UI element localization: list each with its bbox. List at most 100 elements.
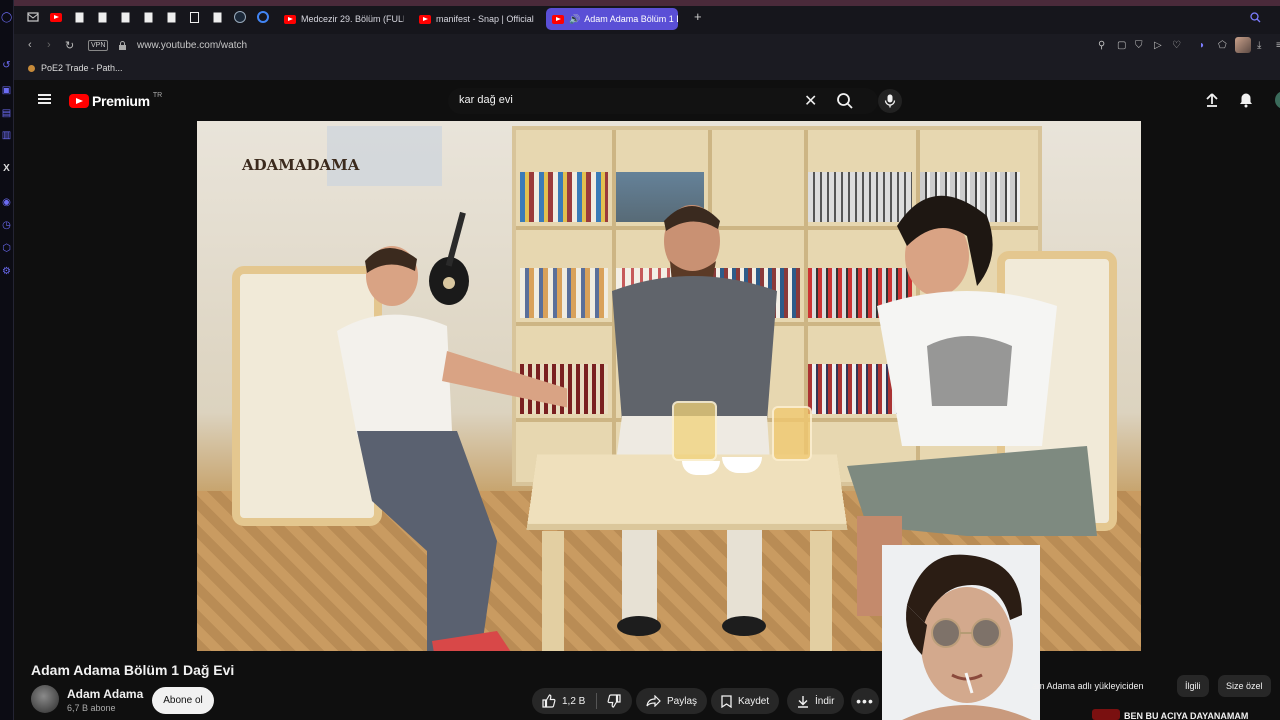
tab-adam-adama[interactable]: 🔊 Adam Adama Bölüm 1 Dağ Evi <box>546 8 678 30</box>
reload-icon[interactable]: ↻ <box>65 39 74 52</box>
steam-icon <box>234 11 246 23</box>
tab-medcezir[interactable]: Medcezir 29. Bölüm (FULL <box>278 8 404 30</box>
youtube-logo[interactable]: Premium TR <box>69 91 163 109</box>
tab-strip: Medcezir 29. Bölüm (FULL manifest - Snap… <box>14 0 1280 34</box>
sidebar-x-icon[interactable]: X <box>1 163 12 174</box>
download-icon <box>798 695 808 708</box>
document-icon <box>121 12 129 22</box>
pinned-tab-doc-4[interactable] <box>141 10 155 24</box>
opera-logo-icon[interactable]: ◯ <box>1 12 12 23</box>
like-divider <box>596 693 597 709</box>
sidebar-chat-icon[interactable]: ▤ <box>1 108 12 119</box>
youtube-favicon-icon <box>552 14 564 24</box>
bookmark-add-icon[interactable]: ⚲ <box>1098 40 1105 51</box>
chip-for-you[interactable]: Size özel <box>1218 675 1271 697</box>
recommendation-title[interactable]: BEN BU ACIYA DAYANAMAM <box>1124 711 1248 720</box>
browser-sidebar: ◯ ↺ ▣ ▤ ▥ X ◉ ◷ ⬡ ⚙ <box>0 0 14 720</box>
document-icon <box>144 12 152 22</box>
dislike-button[interactable] <box>602 688 632 714</box>
heart-icon[interactable]: ♡ <box>1172 40 1181 51</box>
youtube-play-logo-icon <box>69 94 89 108</box>
channel-avatar[interactable] <box>31 685 59 713</box>
pinned-tab-doc-2[interactable] <box>95 10 109 24</box>
download-icon[interactable]: ⤓ <box>1257 40 1261 51</box>
microphone-icon <box>884 94 896 108</box>
webcam-overlay <box>882 545 1040 720</box>
sidebar-settings-icon[interactable]: ⚙ <box>1 266 12 277</box>
vpn-badge[interactable]: VPN <box>88 40 109 51</box>
subscribe-button[interactable]: Abone ol <box>152 687 214 714</box>
channel-name[interactable]: Adam Adama <box>67 687 143 701</box>
voice-search-button[interactable] <box>878 89 902 113</box>
share-label: Paylaş <box>667 695 698 707</box>
url-field[interactable]: www.youtube.com/watch <box>137 40 247 51</box>
logo-text: Premium <box>92 93 150 109</box>
like-button[interactable]: 1,2 B <box>532 688 596 714</box>
search-tabs-icon[interactable] <box>1250 12 1261 23</box>
download-label: İndir <box>815 695 835 707</box>
clear-search-icon[interactable]: ✕ <box>804 91 817 111</box>
share-button[interactable]: Paylaş <box>636 688 708 714</box>
sidebar-history-icon[interactable]: ↺ <box>1 60 12 71</box>
like-count: 1,2 B <box>562 695 586 707</box>
save-label: Kaydet <box>738 695 770 707</box>
sidebar-bag-icon[interactable]: ▣ <box>1 85 12 96</box>
profile-avatar[interactable] <box>1235 37 1251 53</box>
menu-icon[interactable]: ≡ <box>1276 40 1280 51</box>
pinned-tab-doc-5[interactable] <box>164 10 178 24</box>
player-icon[interactable]: ▷ <box>1154 40 1162 51</box>
extensions-icon[interactable]: ⬠ <box>1218 40 1227 51</box>
document-icon <box>98 12 106 22</box>
search-box: kar dağ evi ✕ <box>448 88 878 114</box>
pinned-tab-youtube[interactable] <box>49 10 63 24</box>
notifications-bell-icon[interactable] <box>1238 92 1254 108</box>
pinned-tab-doc-3[interactable] <box>118 10 132 24</box>
shield-icon[interactable]: ⛉ <box>1135 40 1143 51</box>
snapshot-icon[interactable]: ▢ <box>1117 40 1126 51</box>
like-dislike-group: 1,2 B <box>532 688 632 714</box>
tab-label: manifest - Snap | Official <box>436 14 534 24</box>
audio-wave-icon[interactable]: ◗ <box>1199 40 1205 51</box>
sidebar-messenger-icon[interactable]: ▥ <box>1 130 12 141</box>
new-tab-button[interactable]: + <box>694 10 702 23</box>
tab-label: Medcezir 29. Bölüm (FULL <box>301 14 404 24</box>
upload-icon[interactable] <box>1204 92 1220 108</box>
search-icon[interactable] <box>836 92 854 110</box>
bookmark-item[interactable]: PoE2 Trade - Path... <box>28 63 123 73</box>
video-title: Adam Adama Bölüm 1 Dağ Evi <box>31 662 235 678</box>
pinned-tab-doc-6[interactable] <box>187 10 201 24</box>
pinned-tab-mail[interactable] <box>26 10 40 24</box>
more-actions-button[interactable]: ••• <box>851 688 879 714</box>
lock-icon[interactable] <box>118 41 127 51</box>
chip-from-uploader[interactable]: am Adama adlı yükleyiciden <box>1032 675 1144 697</box>
sidebar-clock-icon[interactable]: ◷ <box>1 220 12 231</box>
chip-related[interactable]: İlgili <box>1177 675 1209 697</box>
speaker-icon[interactable]: 🔊 <box>569 14 580 25</box>
google-icon <box>257 11 269 23</box>
recommendation-thumbnail[interactable] <box>1092 709 1120 720</box>
region-code: TR <box>152 91 163 99</box>
poe-favicon-icon <box>28 64 35 72</box>
pinned-tab-steam[interactable] <box>233 10 247 24</box>
address-bar: ‹ › ↻ VPN www.youtube.com/watch ⚲ ▢ ⛉ ▷ … <box>14 34 1280 58</box>
video-scene-table <box>526 401 848 651</box>
pinned-tab-doc-1[interactable] <box>72 10 86 24</box>
sidebar-play-icon[interactable]: ◉ <box>1 197 12 208</box>
save-button[interactable]: Kaydet <box>711 688 780 714</box>
pinned-tab-google[interactable] <box>256 10 270 24</box>
tab-manifest[interactable]: manifest - Snap | Official <box>413 8 539 30</box>
search-input[interactable]: kar dağ evi <box>459 94 513 106</box>
download-button[interactable]: İndir <box>787 688 845 714</box>
forward-icon[interactable]: › <box>47 39 51 51</box>
document-icon <box>213 12 221 22</box>
back-icon[interactable]: ‹ <box>28 39 32 51</box>
sidebar-cube-icon[interactable]: ⬡ <box>1 243 12 254</box>
account-avatar[interactable] <box>1275 91 1280 109</box>
document-icon <box>75 12 83 22</box>
hamburger-menu-icon[interactable] <box>38 94 51 104</box>
thumbs-down-icon <box>607 694 621 708</box>
bookmarks-bar: PoE2 Trade - Path... <box>14 58 1280 80</box>
more-dots-icon: ••• <box>856 693 874 709</box>
share-icon <box>646 695 661 707</box>
pinned-tab-doc-7[interactable] <box>210 10 224 24</box>
